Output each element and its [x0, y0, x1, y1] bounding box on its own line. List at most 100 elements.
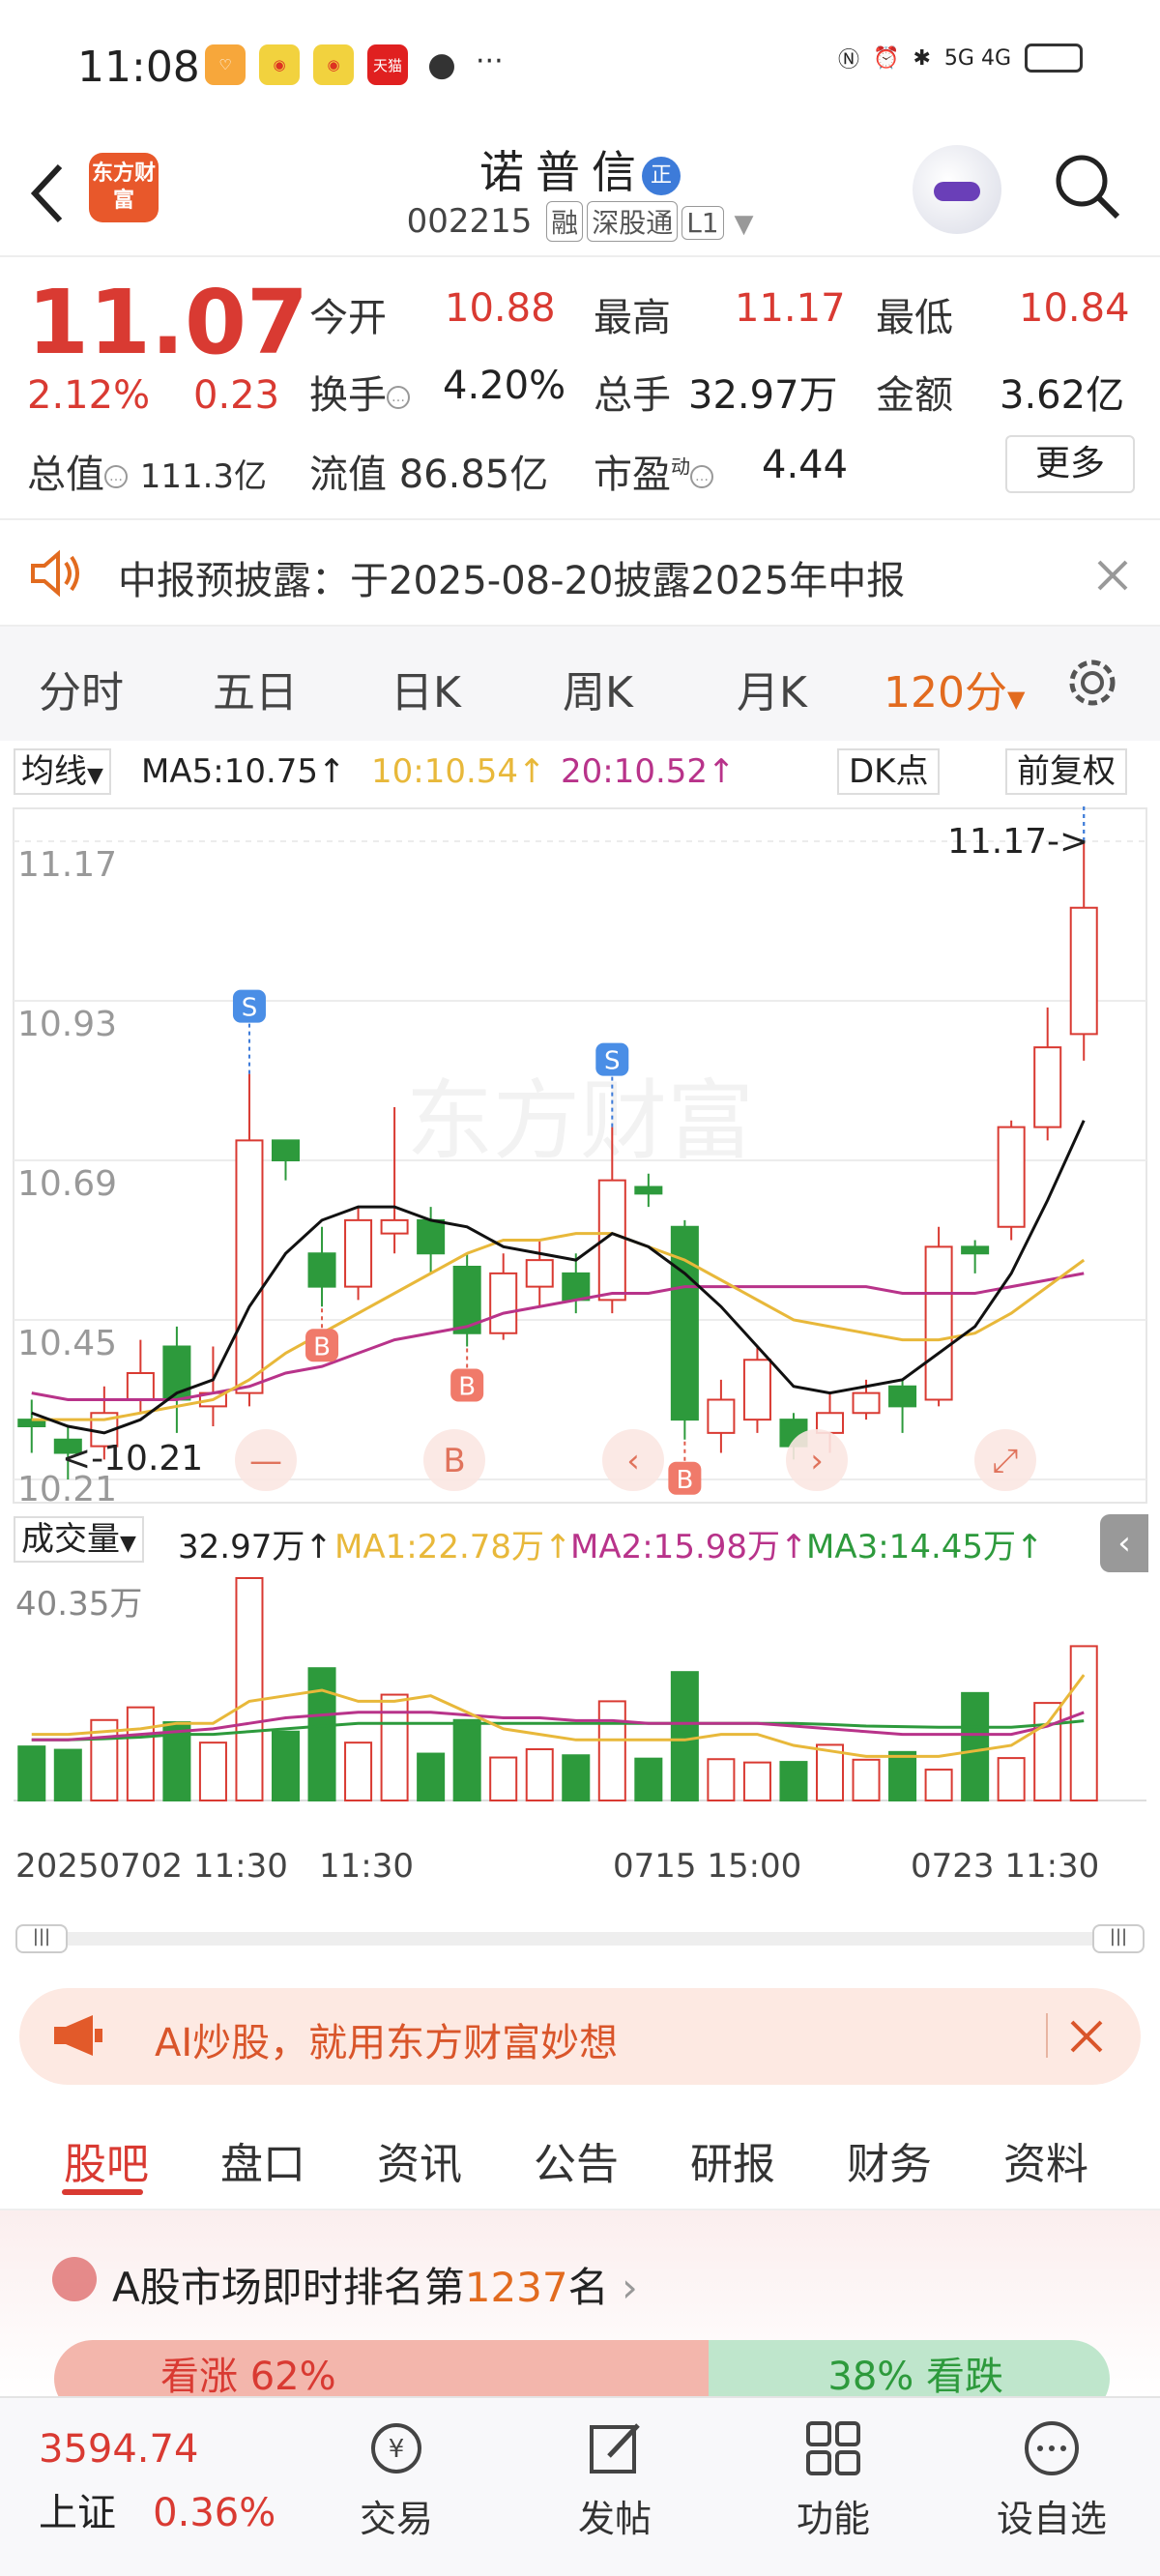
- stock-code: 002215: [406, 202, 533, 241]
- tab-orderbook[interactable]: 盘口: [220, 2129, 305, 2191]
- volume-bar: [707, 1758, 736, 1801]
- volume-bar: [525, 1747, 554, 1801]
- tag-connect: 深股通: [587, 201, 679, 242]
- chat-icon: ●: [427, 45, 456, 84]
- dropdown-icon: ▼: [1006, 686, 1026, 713]
- index-ticker[interactable]: 3594.74 上证 0.36%: [39, 2427, 276, 2537]
- more-notifications-icon: ···: [476, 44, 504, 78]
- ma-type-select[interactable]: 均线▼: [14, 748, 111, 795]
- info-icon[interactable]: …: [104, 465, 128, 488]
- candle-body: [562, 1272, 591, 1302]
- candle-body: [489, 1272, 518, 1334]
- tab-daily[interactable]: 日K: [391, 658, 461, 719]
- range-handle-right[interactable]: |||: [1092, 1924, 1145, 1953]
- market-cap-value: 111.3亿: [139, 457, 268, 496]
- range-handle-left[interactable]: |||: [15, 1924, 68, 1953]
- ma10-value: 10:10.54↑: [371, 752, 546, 791]
- volume-svg[interactable]: 40.35万: [0, 1572, 1160, 1804]
- ad-text: AI炒股，就用东方财富妙想: [155, 2021, 619, 2065]
- volume-bar: [344, 1742, 373, 1801]
- notice-bar[interactable]: 中报预披露：于2025-08-20披露2025年中报: [0, 518, 1160, 627]
- volume-bar: [924, 1769, 953, 1801]
- volume-bar: [17, 1745, 46, 1801]
- tab-120min[interactable]: 120分▼: [884, 658, 1025, 719]
- volume-bar: [961, 1691, 990, 1801]
- open-value: 10.88: [445, 286, 556, 331]
- close-icon[interactable]: [1096, 559, 1129, 592]
- last-price: 11.07: [27, 271, 309, 374]
- adjust-button[interactable]: 前复权: [1005, 748, 1127, 795]
- change-percent: 2.12%: [27, 373, 151, 418]
- volume-bar: [852, 1758, 881, 1801]
- time-label-1: 20250702 11:30: [15, 1847, 288, 1886]
- low-label: 最低: [876, 296, 953, 340]
- ai-assistant-avatar[interactable]: [913, 145, 1001, 234]
- signal-label: S: [242, 994, 258, 1023]
- candle-body: [1033, 1046, 1062, 1128]
- candle-body: [742, 1359, 771, 1421]
- turnover-label: 换手…: [309, 364, 410, 420]
- volume-type-select[interactable]: 成交量▼: [14, 1516, 144, 1563]
- candle-body: [235, 1139, 264, 1394]
- candle-body: [344, 1218, 373, 1288]
- search-icon[interactable]: [1052, 151, 1121, 220]
- status-bar: 11:08 ♡ ◉ ◉ 天猫 ● ··· Ⓝ ⏰ ✱ 5G 4G: [0, 0, 1160, 135]
- kline-chart[interactable]: 11.1710.9310.6910.4510.21东方财富SBBSBSS11.1…: [0, 757, 1160, 1509]
- bottom-nav: 3594.74 上证 0.36% ¥ 交易 发帖 功能 设自选: [0, 2396, 1160, 2576]
- kline-svg[interactable]: 11.1710.9310.6910.4510.21东方财富SBBSBSS11.1…: [0, 757, 1160, 1509]
- ai-ad-banner[interactable]: AI炒股，就用东方财富妙想: [19, 1988, 1141, 2085]
- gear-icon[interactable]: [1063, 654, 1121, 712]
- volume-bar: [198, 1742, 227, 1801]
- volume-bar: [53, 1748, 82, 1801]
- amount-value: 3.62亿: [1000, 373, 1125, 418]
- range-scrollbar[interactable]: [15, 1932, 1145, 1946]
- edit-icon: [590, 2423, 640, 2474]
- tab-research[interactable]: 研报: [690, 2129, 775, 2191]
- tab-profile[interactable]: 资料: [1003, 2129, 1088, 2191]
- nav-post[interactable]: 发帖: [537, 2417, 692, 2542]
- signal-label: S: [604, 1047, 621, 1076]
- speaker-icon: [31, 549, 79, 598]
- market-cap: 总值… 111.3亿: [27, 443, 267, 499]
- tab-finance[interactable]: 财务: [847, 2129, 932, 2191]
- nav-functions[interactable]: 功能: [756, 2417, 911, 2542]
- amount-label: 金额: [876, 373, 953, 418]
- alarm-icon: ⏰: [873, 45, 900, 71]
- signal-icon: 5G 4G: [943, 45, 1011, 71]
- volume-bar: [888, 1750, 917, 1802]
- high-label: 最高: [594, 296, 671, 340]
- high-value: 11.17: [735, 286, 846, 331]
- y-tick-label: 10.45: [17, 1324, 117, 1363]
- info-icon[interactable]: …: [387, 386, 410, 409]
- tab-forum[interactable]: 股吧: [64, 2129, 149, 2191]
- quote-panel: 11.07 2.12% 0.23 今开 10.88 最高 11.17 最低 10…: [0, 257, 1160, 518]
- tab-news[interactable]: 资讯: [377, 2129, 462, 2191]
- market-rank-panel[interactable]: A股市场即时排名第1237名 › 看涨 62% 38% 看跌: [0, 2210, 1160, 2417]
- chart-period-tabs: 分时 五日 日K 周K 月K 120分▼: [0, 627, 1160, 741]
- tab-monthly[interactable]: 月K: [737, 658, 807, 719]
- collapse-panel-button[interactable]: ‹: [1100, 1514, 1148, 1572]
- weibo-icon: ◉: [313, 44, 354, 85]
- candle-body: [380, 1218, 409, 1235]
- candle-body: [961, 1245, 990, 1255]
- tab-5day[interactable]: 五日: [213, 658, 298, 719]
- candle-body: [126, 1372, 155, 1401]
- tab-weekly[interactable]: 周K: [563, 658, 633, 719]
- y-tick-label: 10.69: [17, 1164, 117, 1204]
- close-icon[interactable]: [1069, 2019, 1104, 2054]
- volume-bar: [126, 1706, 155, 1801]
- volume-chart[interactable]: 40.35万: [0, 1572, 1160, 1804]
- tab-announcements[interactable]: 公告: [534, 2129, 619, 2191]
- time-axis: 20250702 11:30 11:30 0715 15:00 0723 11:…: [0, 1804, 1160, 1953]
- dk-point-button[interactable]: DK点: [837, 748, 941, 795]
- candle-body: [1069, 906, 1098, 1036]
- info-icon[interactable]: …: [690, 465, 713, 488]
- volume-bar: [271, 1730, 301, 1801]
- more-button[interactable]: 更多: [1005, 435, 1135, 493]
- nav-trade[interactable]: ¥ 交易: [319, 2417, 474, 2542]
- low-value: 10.84: [1019, 286, 1130, 331]
- tab-intraday[interactable]: 分时: [39, 658, 124, 719]
- notice-text: 中报预披露：于2025-08-20披露2025年中报: [118, 559, 906, 603]
- volume-bar: [489, 1756, 518, 1801]
- nav-add-watchlist[interactable]: 设自选: [974, 2417, 1129, 2542]
